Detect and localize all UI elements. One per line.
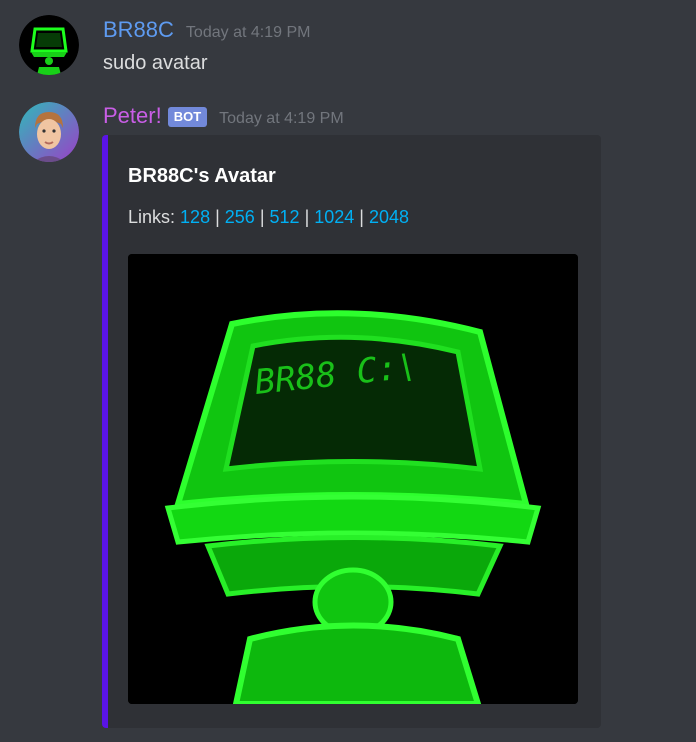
link-256[interactable]: 256: [225, 207, 255, 227]
timestamp: Today at 4:19 PM: [185, 24, 311, 41]
embed-avatar-image[interactable]: BR88 C:\: [128, 254, 578, 704]
face-avatar-icon: [19, 102, 79, 162]
username-br88c[interactable]: BR88C: [103, 17, 174, 43]
link-separator: |: [259, 207, 265, 227]
avatar-br88c[interactable]: [19, 15, 79, 75]
message-content: sudo avatar: [103, 52, 208, 74]
bot-tag-badge: BOT: [167, 107, 208, 127]
links-label: Links:: [128, 207, 176, 227]
message-header: BR88C Today at 4:19 PM: [103, 17, 310, 43]
link-separator: |: [304, 207, 310, 227]
embed-links: Links: 128 | 256 | 512 | 1024 | 2048: [128, 207, 409, 228]
link-2048[interactable]: 2048: [369, 207, 409, 227]
link-128[interactable]: 128: [180, 207, 210, 227]
avatar-embed: BR88C's Avatar Links: 128 | 256 | 512 | 1024 | 2…: [102, 135, 601, 728]
green-computer-terminal-icon: BR88 C:\: [128, 254, 578, 704]
avatar-peter[interactable]: [19, 102, 79, 162]
link-separator: |: [215, 207, 220, 227]
username-peter[interactable]: Peter!: [103, 103, 162, 129]
embed-title: BR88C's Avatar: [128, 165, 276, 187]
link-separator: |: [359, 207, 364, 227]
link-512[interactable]: 512: [270, 207, 300, 227]
timestamp: Today at 4:19 PM: [219, 110, 344, 127]
message-header: Peter! BOT Today at 4:19 PM: [103, 103, 344, 129]
link-1024[interactable]: 1024: [314, 207, 354, 227]
green-computer-avatar-icon: [19, 15, 79, 75]
